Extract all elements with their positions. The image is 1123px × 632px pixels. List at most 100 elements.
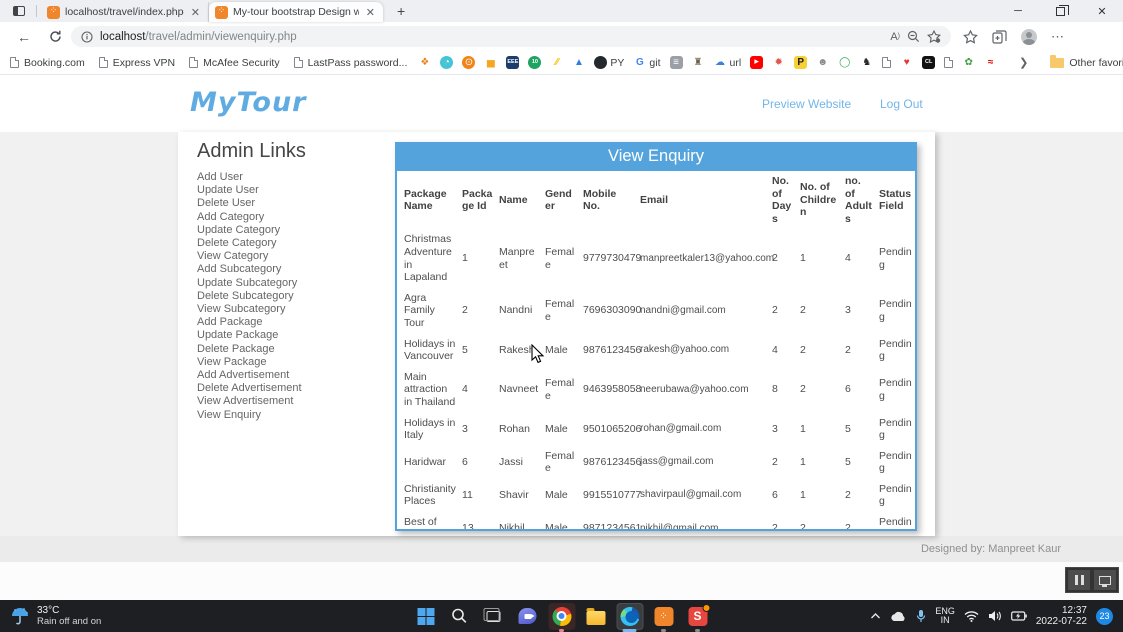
bookmark-item[interactable] <box>882 57 891 68</box>
table-cell: Female <box>542 446 580 479</box>
sidebar-item-view-category[interactable]: View Category <box>197 250 382 263</box>
sidebar-item-update-category[interactable]: Update Category <box>197 224 382 237</box>
bookmark-item[interactable] <box>944 57 953 68</box>
tray-chevron-icon[interactable] <box>870 612 881 620</box>
bookmark-item[interactable]: ☻ <box>816 56 829 69</box>
logout-link[interactable]: Log Out <box>880 97 923 111</box>
sidebar-item-delete-advertisement[interactable]: Delete Advertisement <box>197 382 382 395</box>
language-indicator[interactable]: ENG IN <box>935 607 955 626</box>
sidebar-item-add-subcategory[interactable]: Add Subcategory <box>197 263 382 276</box>
bookmark-item[interactable]: ∕∕ <box>550 56 563 69</box>
task-view-icon[interactable] <box>480 603 507 630</box>
site-logo[interactable]: MyTour <box>190 87 307 118</box>
bookmark-item[interactable]: ≡ <box>670 56 683 69</box>
sidebar-item-view-advertisement[interactable]: View Advertisement <box>197 395 382 408</box>
bookmark-item[interactable]: ◯ <box>838 56 851 69</box>
bookmark-item[interactable]: ▲ <box>572 56 585 69</box>
table-cell: Male <box>542 479 580 512</box>
bookmark-item[interactable]: ❖ <box>418 56 431 69</box>
battery-icon[interactable] <box>1011 611 1027 621</box>
edge-icon[interactable] <box>616 603 643 630</box>
settings-menu-icon[interactable]: ⋯ <box>1051 29 1064 45</box>
bookmark-item[interactable]: CL <box>922 56 935 69</box>
new-tab-button[interactable]: + <box>391 3 411 19</box>
bookmarks-overflow-icon[interactable]: ❯ <box>1019 56 1028 69</box>
sidebar-item-delete-user[interactable]: Delete User <box>197 197 382 210</box>
preview-website-link[interactable]: Preview Website <box>762 97 851 111</box>
volume-icon[interactable] <box>988 610 1002 622</box>
favorites-star-icon[interactable] <box>927 30 941 43</box>
bookmark-item[interactable]: P <box>794 56 807 69</box>
sidebar-item-update-subcategory[interactable]: Update Subcategory <box>197 277 382 290</box>
sidebar-item-delete-package[interactable]: Delete Package <box>197 343 382 356</box>
pause-recording-button[interactable] <box>1068 570 1090 590</box>
collections-icon[interactable] <box>992 30 1007 44</box>
screen-capture-button[interactable] <box>1094 570 1116 590</box>
site-header: MyTour Preview Website Log Out <box>0 75 1123 132</box>
bookmark-item[interactable]: Ggit <box>633 56 660 69</box>
sidebar-item-delete-subcategory[interactable]: Delete Subcategory <box>197 290 382 303</box>
bookmark-item[interactable]: ▶ <box>750 56 763 69</box>
tab-close-icon[interactable]: ✕ <box>364 6 377 19</box>
favorites-bar-icon[interactable] <box>963 30 978 44</box>
taskbar-center-icons: ⁘S <box>412 600 711 632</box>
chrome-icon[interactable] <box>548 603 575 630</box>
bookmark-item[interactable]: McAfee Security <box>189 57 279 69</box>
bookmark-item[interactable]: ◔ <box>440 56 453 69</box>
site-info-icon[interactable] <box>81 31 93 43</box>
sidebar-item-delete-category[interactable]: Delete Category <box>197 237 382 250</box>
bookmark-item[interactable]: 10 <box>528 56 541 69</box>
sidebar-item-add-package[interactable]: Add Package <box>197 316 382 329</box>
address-input[interactable]: localhost/travel/admin/viewenquiry.php A… <box>71 26 951 47</box>
weather-widget[interactable]: 33°C Rain off and on <box>0 605 101 627</box>
clock[interactable]: 12:37 2022-07-22 <box>1036 605 1087 627</box>
sidebar-item-view-enquiry[interactable]: View Enquiry <box>197 409 382 422</box>
bookmark-item[interactable]: ♜ <box>692 56 705 69</box>
sidebar-item-view-package[interactable]: View Package <box>197 356 382 369</box>
bookmark-item[interactable]: Booking.com <box>10 57 85 69</box>
close-button[interactable]: ✕ <box>1081 0 1123 22</box>
other-favorites[interactable]: Other favorites <box>1050 57 1123 69</box>
sublime-icon[interactable]: S <box>684 603 711 630</box>
sidebar-item-update-user[interactable]: Update User <box>197 184 382 197</box>
vertical-tabs-button[interactable] <box>6 2 32 20</box>
bookmark-item[interactable]: ▅ <box>484 56 497 69</box>
refresh-icon[interactable] <box>40 30 71 43</box>
bookmark-item[interactable]: ✹ <box>772 56 785 69</box>
onedrive-icon[interactable] <box>890 611 907 622</box>
bookmark-item[interactable]: ♞ <box>860 56 873 69</box>
search-icon[interactable] <box>446 603 473 630</box>
bookmark-item[interactable]: ⊙ <box>462 56 475 69</box>
bookmark-item[interactable]: ♥ <box>900 56 913 69</box>
chat-icon[interactable] <box>514 603 541 630</box>
microphone-icon[interactable] <box>916 609 926 623</box>
start-icon[interactable] <box>412 603 439 630</box>
zoom-icon[interactable] <box>907 30 920 43</box>
bookmark-item[interactable]: ≈ <box>984 56 997 69</box>
bookmark-item[interactable]: ☁url <box>714 56 742 69</box>
bookmark-item[interactable]: LastPass password... <box>294 57 408 69</box>
browser-tab[interactable]: My-tour bootstrap Design websi✕ <box>209 2 383 22</box>
bookmark-item[interactable]: EEE <box>506 56 519 69</box>
google-g-icon: G <box>633 56 646 69</box>
sidebar-item-update-package[interactable]: Update Package <box>197 329 382 342</box>
restore-button[interactable] <box>1039 0 1081 22</box>
minimize-button[interactable]: ─ <box>997 0 1039 22</box>
profile-avatar[interactable] <box>1021 29 1037 45</box>
sidebar-item-view-subcategory[interactable]: View Subcategory <box>197 303 382 316</box>
back-icon[interactable]: ← <box>8 29 40 45</box>
bookmark-item[interactable]: PY <box>594 56 624 69</box>
tab-close-icon[interactable]: ✕ <box>189 6 202 19</box>
bookmark-item[interactable]: ✿ <box>962 56 975 69</box>
sidebar-item-add-user[interactable]: Add User <box>197 171 382 184</box>
notification-count-badge[interactable]: 23 <box>1096 608 1113 625</box>
bookmark-item[interactable]: Express VPN <box>99 57 175 69</box>
read-aloud-icon[interactable]: A) <box>890 31 900 43</box>
sidebar-item-add-category[interactable]: Add Category <box>197 211 382 224</box>
file-explorer-icon[interactable] <box>582 603 609 630</box>
browser-tab[interactable]: localhost/travel/index.php#secti ✕ <box>41 2 209 22</box>
xampp-icon[interactable]: ⁘ <box>650 603 677 630</box>
sidebar-item-add-advertisement[interactable]: Add Advertisement <box>197 369 382 382</box>
wifi-icon[interactable] <box>964 611 979 622</box>
tab-title: localhost/travel/index.php#secti <box>65 6 184 18</box>
